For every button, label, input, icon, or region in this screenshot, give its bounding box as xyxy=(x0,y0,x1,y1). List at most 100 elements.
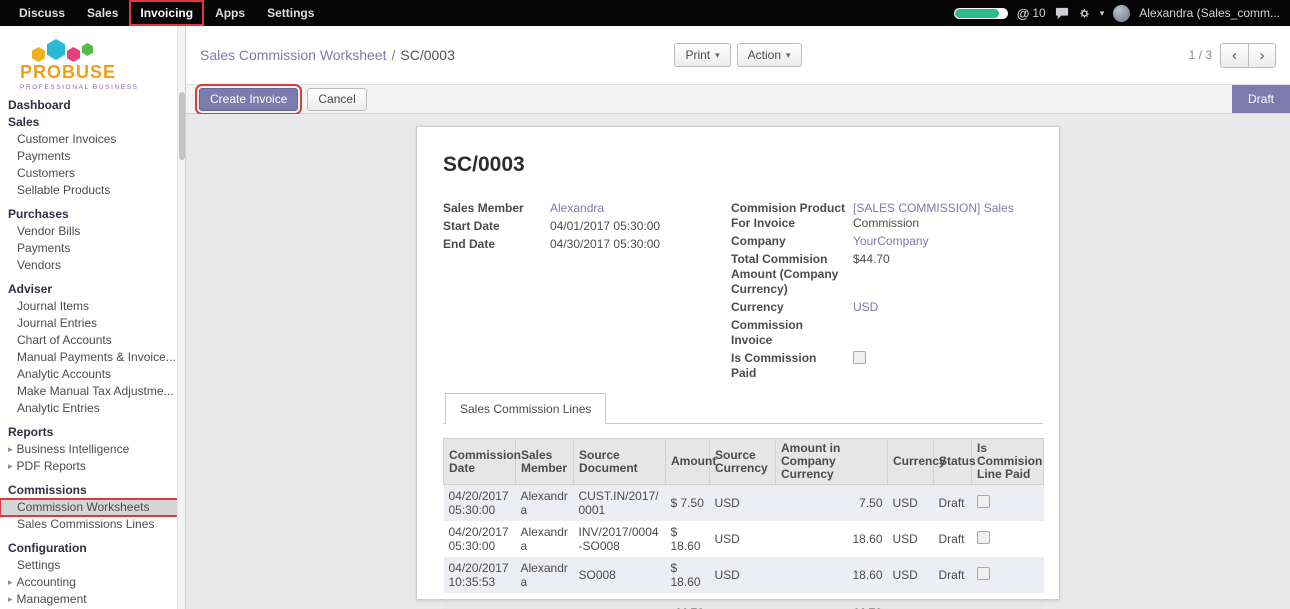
field-currency: Currency USD xyxy=(731,300,1043,315)
menu-settings[interactable]: Settings xyxy=(256,0,325,26)
action-label: Action xyxy=(748,48,781,62)
col-header-sales-member[interactable]: Sales Member xyxy=(516,439,574,485)
company-link[interactable]: YourCompany xyxy=(853,234,929,249)
pager-count: 1 / 3 xyxy=(1189,48,1212,62)
pager-previous-button[interactable]: ‹ xyxy=(1220,43,1248,68)
sidebar-item-accounting[interactable]: ▸ Accounting xyxy=(0,574,185,591)
sidebar-item-analytic-entries[interactable]: Analytic Entries xyxy=(0,400,185,417)
table-row[interactable]: 04/20/2017 05:30:00 Alexandra INV/2017/0… xyxy=(444,521,1044,557)
col-header-source-document[interactable]: Source Document xyxy=(574,439,666,485)
col-header-source-currency[interactable]: Source Currency xyxy=(710,439,776,485)
sidebar-section-sales[interactable]: Sales xyxy=(0,114,185,131)
print-button[interactable]: Print ▾ xyxy=(674,43,730,67)
sidebar-item-vendors[interactable]: Vendors xyxy=(0,257,185,274)
cell-amount: $ 18.60 xyxy=(666,521,710,557)
field-start-date: Start Date 04/01/2017 05:30:00 xyxy=(443,219,731,234)
activity-menu[interactable]: @ 10 xyxy=(1017,6,1046,21)
cell-status: Draft xyxy=(934,521,972,557)
systray: @ 10 ▾ Alexandra (Sales_comm... xyxy=(954,0,1290,26)
commission-product-link[interactable]: [SALES COMMISSION] Sales xyxy=(853,201,1014,215)
total-empty-cell xyxy=(933,603,971,609)
top-navbar: Discuss Sales Invoicing Apps Settings @ … xyxy=(0,0,1290,26)
notebook-tabs: Sales Commission Lines xyxy=(443,392,1043,424)
col-header-amount-company-currency[interactable]: Amount in Company Currency xyxy=(776,439,888,485)
sidebar-item-business-intelligence[interactable]: ▸ Business Intelligence xyxy=(0,441,185,458)
sidebar-item-label: Management xyxy=(17,593,87,606)
cell-source: INV/2017/0004-SO008 xyxy=(574,521,666,557)
field-label: End Date xyxy=(443,237,550,252)
menu-invoicing[interactable]: Invoicing xyxy=(129,0,204,26)
sidebar-scrollbar[interactable] xyxy=(177,26,185,609)
pager-next-button[interactable]: › xyxy=(1248,43,1276,68)
sidebar-item-pdf-reports[interactable]: ▸ PDF Reports xyxy=(0,458,185,475)
cell-date: 04/20/2017 05:30:00 xyxy=(444,521,516,557)
sidebar-section-purchases[interactable]: Purchases xyxy=(0,206,185,223)
field-company: Company YourCompany xyxy=(731,234,1043,249)
scrollbar-thumb[interactable] xyxy=(179,92,185,160)
expand-arrow-icon: ▸ xyxy=(8,443,13,456)
field-column-right: Commision Product For Invoice [SALES COM… xyxy=(731,201,1043,384)
sidebar-item-journal-entries[interactable]: Journal Entries xyxy=(0,315,185,332)
menu-discuss[interactable]: Discuss xyxy=(8,0,76,26)
sidebar-item-manual-tax-adjustment[interactable]: Make Manual Tax Adjustme... xyxy=(0,383,185,400)
sidebar-section-adviser[interactable]: Adviser xyxy=(0,281,185,298)
sidebar-item-settings[interactable]: Settings xyxy=(0,557,185,574)
sidebar-item-label: Business Intelligence xyxy=(17,443,130,456)
sidebar-item-dashboard[interactable]: Dashboard xyxy=(0,97,185,114)
form-sheet: SC/0003 Sales Member Alexandra Start Dat… xyxy=(416,126,1060,600)
col-header-line-paid[interactable]: Is Commision Line Paid xyxy=(972,439,1044,485)
probuse-logo[interactable]: PROBUSE PROFESSIONAL BUSINESS xyxy=(0,26,185,95)
breadcrumb-separator: / xyxy=(391,47,395,63)
end-date-value: 04/30/2017 05:30:00 xyxy=(550,237,660,252)
table-row[interactable]: 04/20/2017 05:30:00 Alexandra CUST.IN/20… xyxy=(444,485,1044,522)
messages-icon[interactable] xyxy=(1055,7,1069,20)
sidebar-item-chart-of-accounts[interactable]: Chart of Accounts xyxy=(0,332,185,349)
cell-currency: USD xyxy=(888,485,934,522)
sidebar-item-vendor-bills[interactable]: Vendor Bills xyxy=(0,223,185,240)
sidebar-item-customer-invoices[interactable]: Customer Invoices xyxy=(0,131,185,148)
sidebar-item-commission-worksheets[interactable]: Commission Worksheets xyxy=(0,499,185,516)
debug-icon[interactable] xyxy=(1078,7,1091,20)
hexagon-icon xyxy=(47,39,65,60)
sidebar-item-customers[interactable]: Customers xyxy=(0,165,185,182)
totals-bar: 44.70 44.70 xyxy=(443,603,1043,609)
tab-sales-commission-lines[interactable]: Sales Commission Lines xyxy=(445,393,606,424)
line-paid-checkbox xyxy=(977,567,990,580)
sidebar-item-payments-sales[interactable]: Payments xyxy=(0,148,185,165)
menu-apps[interactable]: Apps xyxy=(204,0,256,26)
sidebar-item-sellable-products[interactable]: Sellable Products xyxy=(0,182,185,199)
action-button[interactable]: Action ▾ xyxy=(737,43,802,67)
sidebar-item-manual-payments[interactable]: Manual Payments & Invoice... xyxy=(0,349,185,366)
sidebar-item-sales-commissions-lines[interactable]: Sales Commissions Lines xyxy=(0,516,185,533)
table-row[interactable]: 04/20/2017 10:35:53 Alexandra SO008 $ 18… xyxy=(444,557,1044,593)
avatar[interactable] xyxy=(1113,5,1130,22)
col-header-commission-date[interactable]: Commission Date xyxy=(444,439,516,485)
cell-amount: $ 18.60 xyxy=(666,557,710,593)
cell-source-currency: USD xyxy=(710,557,776,593)
field-is-commission-paid: Is Commission Paid xyxy=(731,351,1043,381)
sidebar-item-analytic-accounts[interactable]: Analytic Accounts xyxy=(0,366,185,383)
breadcrumb-parent-link[interactable]: Sales Commission Worksheet xyxy=(200,47,386,63)
menu-sales[interactable]: Sales xyxy=(76,0,129,26)
create-invoice-button[interactable]: Create Invoice xyxy=(199,88,298,111)
main-layout: PROBUSE PROFESSIONAL BUSINESS Dashboard … xyxy=(0,26,1290,609)
sidebar-section-configuration[interactable]: Configuration xyxy=(0,540,185,557)
cell-status: Draft xyxy=(934,485,972,522)
systray-caret-icon[interactable]: ▾ xyxy=(1100,8,1105,19)
form-view: SC/0003 Sales Member Alexandra Start Dat… xyxy=(186,114,1290,609)
cancel-button[interactable]: Cancel xyxy=(307,88,366,111)
sidebar-section-commissions[interactable]: Commissions xyxy=(0,482,185,499)
sales-member-link[interactable]: Alexandra xyxy=(550,201,604,216)
col-header-amount[interactable]: Amount xyxy=(666,439,710,485)
planner-progress-bar[interactable] xyxy=(954,8,1008,19)
user-menu[interactable]: Alexandra (Sales_comm... xyxy=(1139,6,1280,20)
col-header-status[interactable]: Status xyxy=(934,439,972,485)
sidebar-item-management[interactable]: ▸ Management xyxy=(0,591,185,608)
currency-link[interactable]: USD xyxy=(853,300,878,315)
sidebar-section-reports[interactable]: Reports xyxy=(0,424,185,441)
col-header-currency[interactable]: Currency xyxy=(888,439,934,485)
sidebar-item-payments-purchases[interactable]: Payments xyxy=(0,240,185,257)
cell-date: 04/20/2017 10:35:53 xyxy=(444,557,516,593)
hexagon-icon xyxy=(67,47,80,62)
sidebar-item-journal-items[interactable]: Journal Items xyxy=(0,298,185,315)
